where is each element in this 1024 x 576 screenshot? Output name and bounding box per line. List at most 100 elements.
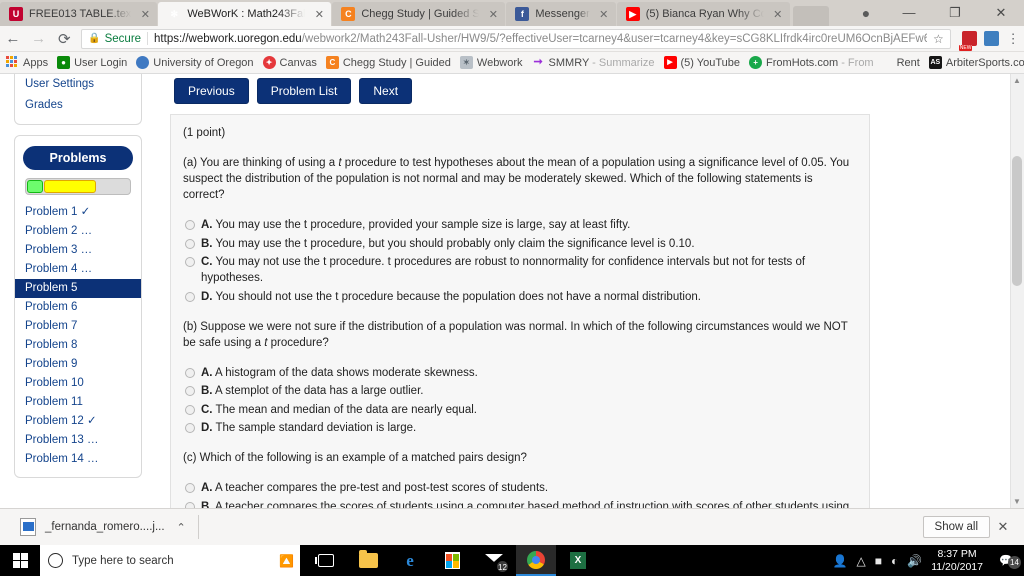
sidebar-item-problem-12[interactable]: Problem 12 ✓ [15, 412, 141, 431]
edge-icon[interactable]: e [390, 545, 430, 576]
bookmark-canvas[interactable]: ✦ Canvas [262, 56, 317, 69]
wifi-icon[interactable]: ◐ [891, 554, 898, 568]
choice-a-d[interactable]: D. You should not use the t procedure be… [183, 289, 857, 305]
action-center-icon[interactable]: 💬 14 [992, 554, 1021, 569]
sidebar-item-problem-2[interactable]: Problem 2 … [15, 222, 141, 241]
bookmark-apps[interactable]: Apps [6, 56, 48, 69]
bookmark-arbitersports[interactable]: AS ArbiterSports.com - L [928, 56, 1024, 69]
page-scrollbar[interactable]: ▲ ▼ [1010, 74, 1024, 508]
browser-tab-2[interactable]: C Chegg Study | Guided So ✕ [332, 2, 506, 26]
sidebar-item-problem-13[interactable]: Problem 13 … [15, 431, 141, 450]
bookmark-star-icon[interactable]: ☆ [933, 32, 944, 46]
chrome-menu-icon[interactable]: ⋮ [1002, 31, 1024, 47]
tab-close-icon[interactable]: ✕ [485, 8, 501, 21]
bookmark-university-of-oregon[interactable]: University of Oregon [136, 56, 254, 69]
scroll-down-arrow-icon[interactable]: ▼ [1012, 497, 1022, 506]
choice-a-c[interactable]: C. You may not use the t procedure. t pr… [183, 254, 857, 286]
volume-icon[interactable]: 🔊 [907, 554, 922, 568]
people-icon[interactable]: 👤 [833, 554, 848, 568]
new-tab-button[interactable] [792, 6, 829, 26]
radio-button[interactable] [185, 386, 195, 396]
sidebar-item-grades[interactable]: Grades [15, 95, 141, 116]
choice-b-a[interactable]: A. A histogram of the data shows moderat… [183, 365, 857, 381]
browser-tab-1[interactable]: ✻ WeBWorK : Math243Fall ✕ [158, 2, 332, 26]
maximize-button[interactable]: ❐ [932, 0, 978, 26]
sidebar-item-problem-1[interactable]: Problem 1 ✓ [15, 203, 141, 222]
microsoft-store-icon[interactable] [432, 545, 472, 576]
choice-c-a[interactable]: A. A teacher compares the pre-test and p… [183, 480, 857, 496]
radio-button[interactable] [185, 423, 195, 433]
reload-icon[interactable]: ⟳ [51, 26, 77, 52]
sidebar-item-problem-4[interactable]: Problem 4 … [15, 260, 141, 279]
address-bar[interactable]: 🔒 Secure https://webwork.uoregon.edu/web… [81, 28, 951, 49]
choice-a-a[interactable]: A. You may use the t procedure, provided… [183, 217, 857, 233]
mail-icon[interactable]: 12 [474, 545, 514, 576]
scrollbar-thumb[interactable] [1012, 156, 1022, 286]
choice-a-b[interactable]: B. You may use the t procedure, but you … [183, 236, 857, 252]
radio-button[interactable] [185, 257, 195, 267]
previous-button[interactable]: Previous [174, 78, 249, 104]
webwork-icon: ✻ [170, 9, 179, 19]
bookmark-rent[interactable]: Rent [897, 57, 920, 69]
bookmark-chegg-study[interactable]: C Chegg Study | Guided [325, 56, 451, 69]
tab-close-icon[interactable]: ✕ [137, 8, 153, 21]
browser-tab-3[interactable]: f Messenger ✕ [506, 2, 616, 26]
choice-b-d[interactable]: D. The sample standard deviation is larg… [183, 420, 857, 436]
bookmark-smmry[interactable]: ➞ SMMRY - Summarize [532, 56, 654, 69]
choice-b-c[interactable]: C. The mean and median of the data are n… [183, 402, 857, 418]
radio-button[interactable] [185, 220, 195, 230]
scroll-up-arrow-icon[interactable]: ▲ [1012, 76, 1022, 85]
sidebar-item-problem-11[interactable]: Problem 11 [15, 393, 141, 412]
sidebar-item-problem-9[interactable]: Problem 9 [15, 355, 141, 374]
sidebar-item-user-settings[interactable]: User Settings [15, 74, 141, 95]
browser-tab-0[interactable]: U FREE013 TABLE.tex ✕ [0, 2, 158, 26]
radio-button[interactable] [185, 291, 195, 302]
bookmark-label: University of Oregon [153, 56, 254, 69]
tab-close-icon[interactable]: ✕ [596, 8, 612, 21]
battery-icon[interactable]: ■ [875, 554, 882, 568]
extension-button-2[interactable] [981, 26, 1003, 52]
radio-button[interactable] [185, 404, 195, 415]
chrome-icon[interactable] [516, 545, 556, 576]
browser-tab-4[interactable]: ▶ (5) Bianca Ryan Why Co ✕ [616, 2, 790, 26]
excel-icon[interactable]: X [558, 545, 598, 576]
close-downloads-bar-icon[interactable]: ✕ [990, 519, 1016, 535]
profile-person-icon[interactable]: ● [846, 5, 886, 21]
tab-close-icon[interactable]: ✕ [770, 8, 786, 21]
problem-list-button[interactable]: Problem List [256, 78, 352, 104]
sidebar-item-problem-14[interactable]: Problem 14 … [15, 450, 141, 469]
microphone-icon[interactable]: 🔼 [279, 554, 294, 568]
bookmark-youtube[interactable]: ▶ (5) YouTube [663, 56, 740, 69]
sidebar-item-problem-3[interactable]: Problem 3 … [15, 241, 141, 260]
tab-title: (5) Bianca Ryan Why Co [645, 8, 764, 20]
close-window-button[interactable]: ✕ [978, 0, 1024, 26]
forward-icon[interactable]: → [26, 26, 52, 52]
task-view-icon[interactable] [306, 545, 346, 576]
choice-b-b[interactable]: B. A stemplot of the data has a large ou… [183, 383, 857, 399]
bookmark-fromhots[interactable]: + FromHots.com - From [749, 56, 874, 69]
sidebar-item-problem-7[interactable]: Problem 7 [15, 317, 141, 336]
bookmark-webwork[interactable]: ✶ Webwork [459, 56, 523, 69]
back-icon[interactable]: ← [0, 26, 26, 52]
taskbar-clock[interactable]: 8:37 PM 11/20/2017 [931, 548, 983, 574]
tray-chevron-up-icon[interactable]: △ [857, 554, 866, 568]
bookmark-user-login[interactable]: ● User Login [57, 56, 127, 69]
minimize-button[interactable]: — [886, 0, 932, 26]
start-button[interactable] [0, 545, 40, 576]
sidebar-item-problem-6[interactable]: Problem 6 [15, 298, 141, 317]
download-item[interactable]: _fernanda_romero....j... ⌃ [20, 518, 186, 536]
extension-button-1[interactable]: NEW [958, 26, 981, 52]
radio-button[interactable] [185, 238, 195, 249]
taskbar-search-input[interactable]: Type here to search 🔼 [40, 545, 300, 576]
show-all-downloads-button[interactable]: Show all [922, 516, 990, 538]
file-explorer-icon[interactable] [348, 545, 388, 576]
download-menu-caret-icon[interactable]: ⌃ [177, 521, 186, 534]
sidebar-item-problem-10[interactable]: Problem 10 [15, 374, 141, 393]
radio-button[interactable] [185, 483, 195, 493]
sidebar-item-problem-5[interactable]: Problem 5 [15, 279, 141, 298]
next-button[interactable]: Next [359, 78, 413, 104]
choice-c-b[interactable]: B. A teacher compares the scores of stud… [183, 499, 857, 508]
sidebar-item-problem-8[interactable]: Problem 8 [15, 336, 141, 355]
tab-close-icon[interactable]: ✕ [311, 8, 327, 21]
radio-button[interactable] [185, 367, 195, 378]
